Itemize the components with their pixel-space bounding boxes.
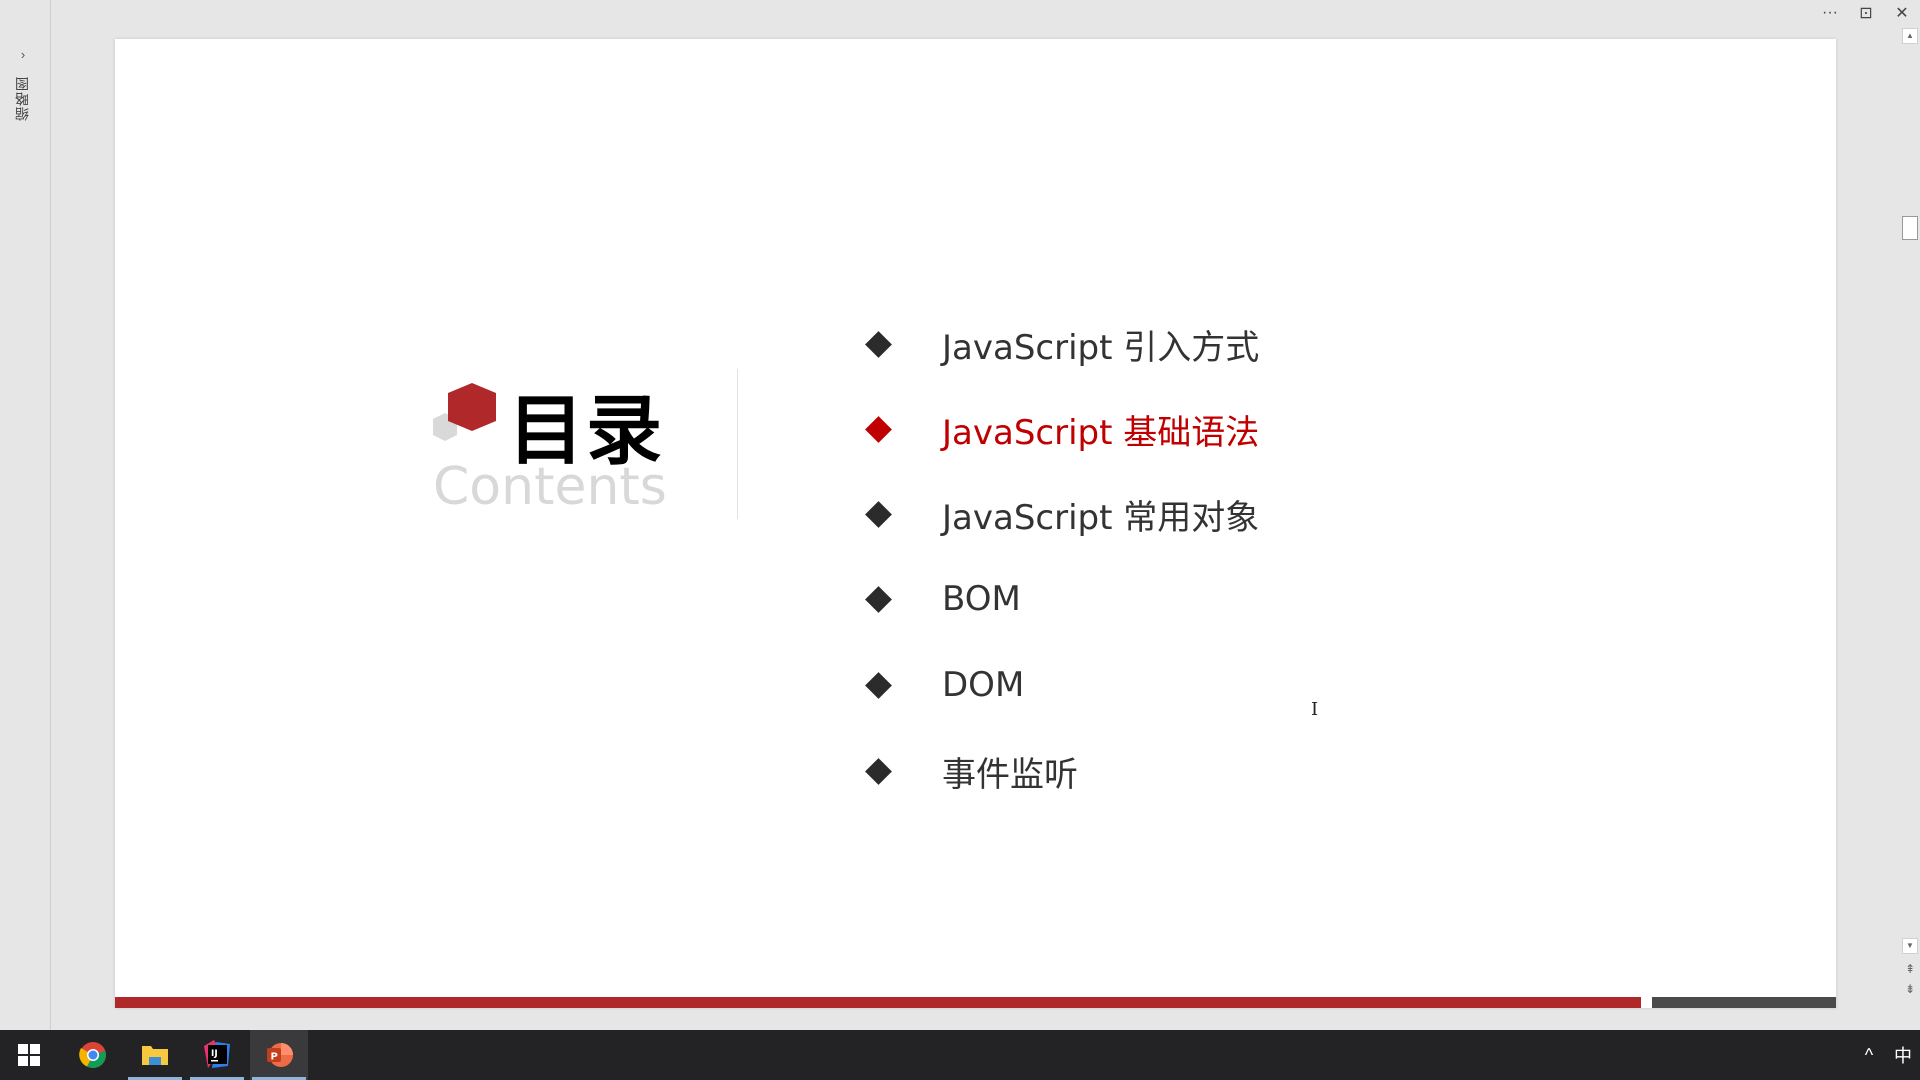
- taskbar-chrome[interactable]: [64, 1030, 122, 1080]
- diamond-bullet-icon: [865, 585, 892, 613]
- taskbar-powerpoint[interactable]: P: [250, 1030, 308, 1080]
- chrome-icon: [79, 1042, 106, 1068]
- footer-gray-bar: [1652, 997, 1836, 1008]
- thumbnail-panel: › 缩略图: [0, 0, 51, 1030]
- show-hidden-icons-chevron-icon[interactable]: ^: [1852, 1045, 1886, 1066]
- folder-icon: [142, 1046, 168, 1065]
- start-button[interactable]: [0, 1030, 58, 1080]
- toc-item-3[interactable]: JavaScript 常用对象: [865, 489, 1259, 539]
- powerpoint-icon: P: [267, 1043, 293, 1067]
- more-options-button[interactable]: ···: [1812, 4, 1848, 22]
- toc-item-label: JavaScript 基础语法: [942, 412, 1260, 453]
- intellij-icon: IJ: [204, 1040, 230, 1068]
- thumbnail-label[interactable]: 缩略图: [13, 76, 33, 121]
- toc-item-4[interactable]: BOM: [865, 574, 1021, 624]
- toc-item-label: BOM: [942, 579, 1021, 619]
- taskbar-intellij[interactable]: IJ: [188, 1030, 246, 1080]
- toc-item-5[interactable]: DOM: [865, 660, 1024, 710]
- diamond-bullet-icon: [865, 330, 892, 358]
- taskbar: IJ P ^ 中: [0, 1030, 1920, 1080]
- scroll-down-button[interactable]: ▼: [1902, 938, 1918, 954]
- windows-icon: [18, 1044, 40, 1066]
- toc-item-label: DOM: [942, 665, 1025, 705]
- diamond-bullet-icon: [865, 671, 892, 699]
- svg-text:IJ: IJ: [211, 1049, 218, 1059]
- previous-slide-button[interactable]: ⇞: [1902, 962, 1918, 978]
- red-hexagon: [448, 383, 496, 431]
- scroll-up-button[interactable]: ▲: [1902, 28, 1918, 44]
- toc-item-label: JavaScript 常用对象: [942, 497, 1260, 538]
- system-tray: ^ 中: [1852, 1030, 1920, 1080]
- text-cursor-icon: I: [1311, 699, 1319, 720]
- toc-item-label: JavaScript 引入方式: [942, 327, 1260, 368]
- close-icon[interactable]: ✕: [1884, 3, 1920, 23]
- hexagon-logo-icon: [433, 383, 496, 441]
- svg-text:P: P: [271, 1052, 278, 1063]
- toc-item-1[interactable]: JavaScript 引入方式: [865, 319, 1259, 369]
- ime-indicator[interactable]: 中: [1886, 1042, 1920, 1068]
- next-slide-button[interactable]: ⇟: [1902, 982, 1918, 998]
- restore-icon[interactable]: ⊡: [1848, 3, 1884, 23]
- expand-thumbnails-button[interactable]: ›: [14, 46, 32, 64]
- vertical-divider: [737, 369, 738, 519]
- scrollbar-thumb[interactable]: [1902, 216, 1918, 240]
- diamond-bullet-icon: [865, 757, 892, 785]
- footer-red-bar: [115, 997, 1641, 1008]
- toc-item-label: 事件监听: [942, 754, 1078, 795]
- slide-canvas[interactable]: 目录 Contents JavaScript 引入方式 JavaScript 基…: [115, 39, 1836, 1008]
- taskbar-file-explorer[interactable]: [126, 1030, 184, 1080]
- toc-item-2[interactable]: JavaScript 基础语法: [865, 404, 1259, 454]
- toc-subtitle: Contents: [433, 457, 667, 517]
- vertical-scrollbar[interactable]: ▲ ▼ ⇞ ⇟: [1900, 26, 1920, 1030]
- diamond-bullet-icon: [865, 415, 892, 443]
- window-controls: ··· ⊡ ✕: [1812, 0, 1920, 26]
- diamond-bullet-icon: [865, 500, 892, 528]
- toc-item-6[interactable]: 事件监听: [865, 746, 1078, 796]
